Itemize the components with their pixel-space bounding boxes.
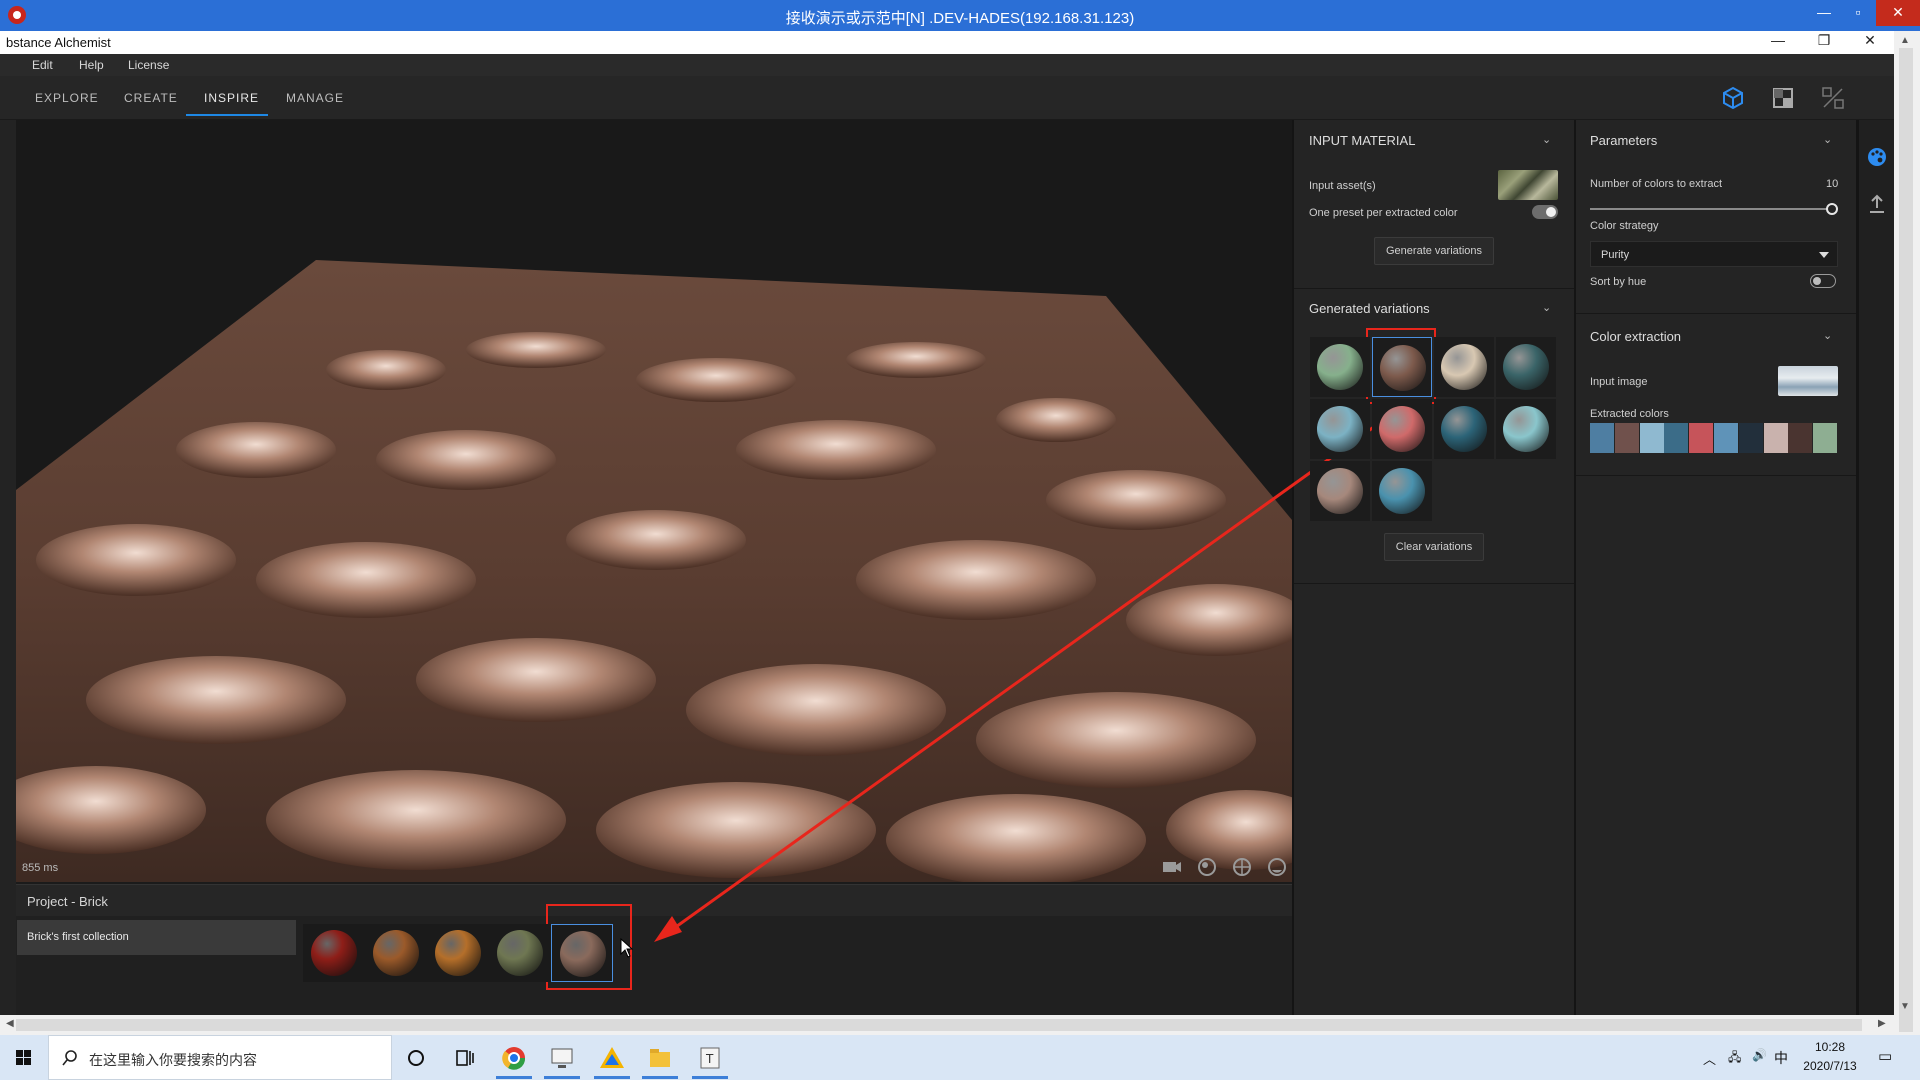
start-button[interactable] xyxy=(0,1035,48,1080)
variation-sphere xyxy=(1317,468,1363,514)
chrome-icon[interactable] xyxy=(496,1041,532,1079)
variation-sphere xyxy=(1379,406,1425,452)
active-app-indicator xyxy=(496,1076,532,1079)
variation-sphere xyxy=(1317,406,1363,452)
project-material-thumbnail[interactable] xyxy=(551,924,613,982)
active-app-indicator xyxy=(594,1076,630,1079)
variation-sphere xyxy=(1441,344,1487,390)
variation-thumbnail[interactable] xyxy=(1434,399,1494,459)
extracted-color-swatch[interactable] xyxy=(1689,423,1714,453)
active-app-indicator xyxy=(692,1076,728,1079)
project-material-thumbnail[interactable] xyxy=(303,924,365,982)
project-material-thumbnail[interactable] xyxy=(489,924,551,982)
extracted-color-swatch[interactable] xyxy=(1639,423,1664,453)
variation-thumbnail[interactable] xyxy=(1372,461,1432,521)
variation-thumbnail[interactable] xyxy=(1496,399,1556,459)
ime-indicator[interactable]: 中 xyxy=(1774,1048,1788,1068)
notification-icon[interactable]: ▭ xyxy=(1878,1047,1892,1065)
variation-sphere xyxy=(1503,344,1549,390)
screen: 接收演示或示范中[N] .DEV-HADES(192.168.31.123) —… xyxy=(0,0,1920,1080)
extracted-color-swatch[interactable] xyxy=(1738,423,1763,453)
extracted-color-swatch[interactable] xyxy=(1763,423,1788,453)
file-explorer-icon[interactable] xyxy=(642,1041,678,1079)
variation-sphere xyxy=(1380,345,1426,391)
volume-icon[interactable]: 🔊 xyxy=(1752,1048,1767,1062)
variation-thumbnail[interactable] xyxy=(1310,399,1370,459)
active-app-indicator xyxy=(642,1076,678,1079)
task-view-icon[interactable] xyxy=(446,1041,482,1075)
variation-sphere xyxy=(1317,344,1363,390)
windows-taskbar: 在这里输入你要搜索的内容 T ︿ 🖧 🔊 中 10:28 2020/7/13 ▭ xyxy=(0,1035,1920,1080)
material-sphere xyxy=(435,930,481,976)
mouse-cursor-icon xyxy=(620,938,634,958)
active-app-indicator xyxy=(544,1076,580,1079)
remote-desktop-app-icon[interactable] xyxy=(544,1041,580,1079)
variation-thumbnail[interactable] xyxy=(1310,461,1370,521)
variation-sphere xyxy=(1441,406,1487,452)
variation-thumbnail[interactable] xyxy=(1310,337,1370,397)
extracted-color-swatch[interactable] xyxy=(1714,423,1738,453)
variation-sphere xyxy=(1503,406,1549,452)
taskbar-search-box[interactable]: 在这里输入你要搜索的内容 xyxy=(48,1035,392,1080)
tray-chevron-up-icon[interactable]: ︿ xyxy=(1703,1049,1716,1068)
search-placeholder: 在这里输入你要搜索的内容 xyxy=(89,1052,257,1068)
svg-text:T: T xyxy=(705,1052,714,1066)
material-sphere xyxy=(497,930,543,976)
clock-date[interactable]: 2020/7/13 xyxy=(1794,1059,1866,1073)
network-icon[interactable]: 🖧 xyxy=(1728,1048,1741,1069)
search-icon xyxy=(62,1050,77,1066)
variation-thumbnail[interactable] xyxy=(1372,337,1432,397)
variation-thumbnail[interactable] xyxy=(1372,399,1432,459)
annotation-arrow xyxy=(654,422,1379,942)
cortana-icon[interactable] xyxy=(398,1041,434,1075)
extracted-color-swatch[interactable] xyxy=(1813,423,1838,453)
extracted-color-swatch[interactable] xyxy=(1664,423,1689,453)
material-sphere xyxy=(373,930,419,976)
extracted-color-swatch[interactable] xyxy=(1614,423,1639,453)
extracted-color-swatch[interactable] xyxy=(1590,423,1614,453)
project-material-thumbnail[interactable] xyxy=(427,924,489,982)
project-material-thumbnail[interactable] xyxy=(365,924,427,982)
variation-thumbnail[interactable] xyxy=(1434,337,1494,397)
extracted-color-swatch[interactable] xyxy=(1788,423,1813,453)
material-sphere xyxy=(560,931,606,977)
windows-logo-icon xyxy=(16,1050,31,1065)
variation-thumbnail[interactable] xyxy=(1496,337,1556,397)
material-sphere xyxy=(311,930,357,976)
substance-alchemist-taskbar-icon[interactable] xyxy=(594,1041,630,1079)
clock-time[interactable]: 10:28 xyxy=(1800,1040,1860,1054)
variation-sphere xyxy=(1379,468,1425,514)
text-editor-icon[interactable]: T xyxy=(692,1041,728,1079)
